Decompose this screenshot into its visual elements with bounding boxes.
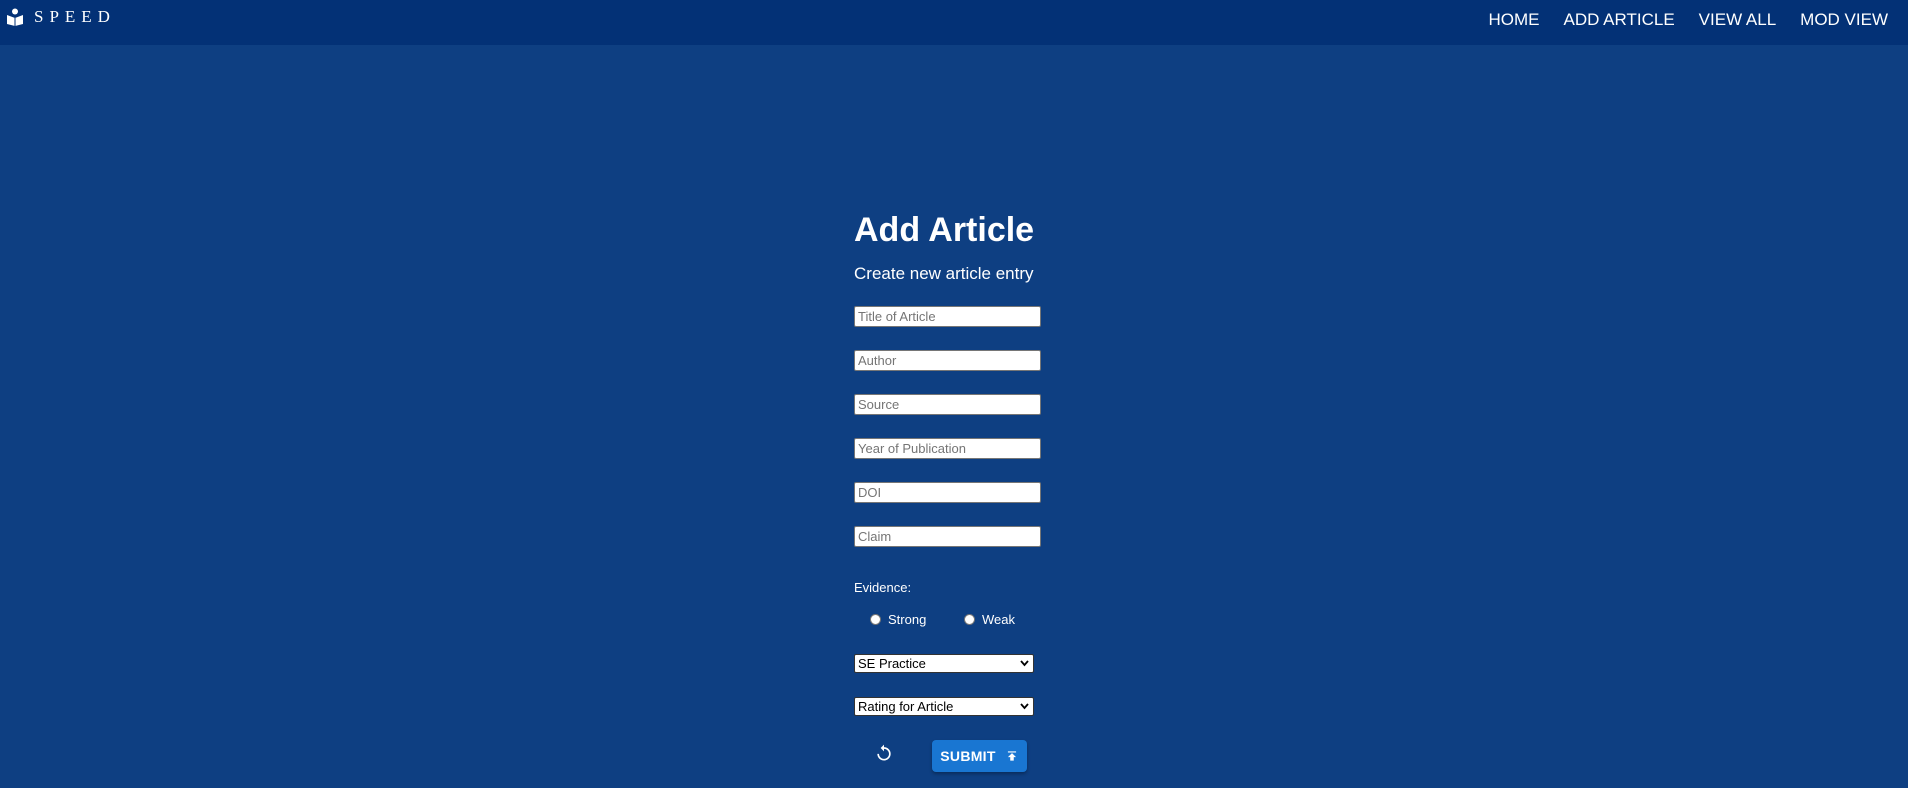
add-article-form: Add Article Create new article entry Evi… bbox=[854, 208, 1114, 772]
upload-icon bbox=[1007, 751, 1016, 761]
author-input[interactable] bbox=[854, 350, 1041, 371]
chevron-down-icon bbox=[1020, 660, 1029, 667]
reset-icon[interactable] bbox=[874, 743, 894, 768]
nav-view-all[interactable]: VIEW ALL bbox=[1699, 10, 1776, 30]
top-navbar: SPEED HOME ADD ARTICLE VIEW ALL MOD VIEW bbox=[0, 0, 1908, 45]
nav-links: HOME ADD ARTICLE VIEW ALL MOD VIEW bbox=[1465, 10, 1889, 30]
doi-input[interactable] bbox=[854, 482, 1041, 503]
radio-button[interactable] bbox=[964, 614, 975, 625]
brand-name: SPEED bbox=[34, 7, 116, 26]
rating-select[interactable]: Rating for Article bbox=[854, 697, 1034, 716]
se-practice-select[interactable]: SE Practice bbox=[854, 654, 1034, 673]
open-book-icon bbox=[6, 8, 24, 26]
year-input[interactable] bbox=[854, 438, 1041, 459]
page-title: Add Article bbox=[854, 211, 1035, 249]
nav-home[interactable]: HOME bbox=[1489, 10, 1540, 30]
radio-button[interactable] bbox=[870, 614, 881, 625]
title-input[interactable] bbox=[854, 306, 1041, 327]
chevron-down-icon bbox=[1020, 703, 1029, 710]
evidence-option-weak[interactable]: Weak bbox=[964, 612, 1015, 627]
radio-label: Strong bbox=[888, 612, 927, 627]
evidence-option-strong[interactable]: Strong bbox=[870, 612, 926, 627]
submit-label: SUBMIT bbox=[940, 748, 996, 764]
evidence-label: Evidence: bbox=[854, 580, 912, 595]
source-input[interactable] bbox=[854, 394, 1041, 415]
select-value: SE Practice bbox=[858, 656, 926, 671]
claim-input[interactable] bbox=[854, 526, 1041, 547]
radio-label: Weak bbox=[982, 612, 1015, 627]
page-subtitle: Create new article entry bbox=[854, 264, 1034, 283]
nav-mod-view[interactable]: MOD VIEW bbox=[1800, 10, 1888, 30]
submit-button[interactable]: SUBMIT bbox=[932, 740, 1027, 772]
nav-add-article[interactable]: ADD ARTICLE bbox=[1564, 10, 1675, 30]
select-value: Rating for Article bbox=[858, 699, 954, 714]
brand[interactable]: SPEED bbox=[6, 7, 116, 27]
